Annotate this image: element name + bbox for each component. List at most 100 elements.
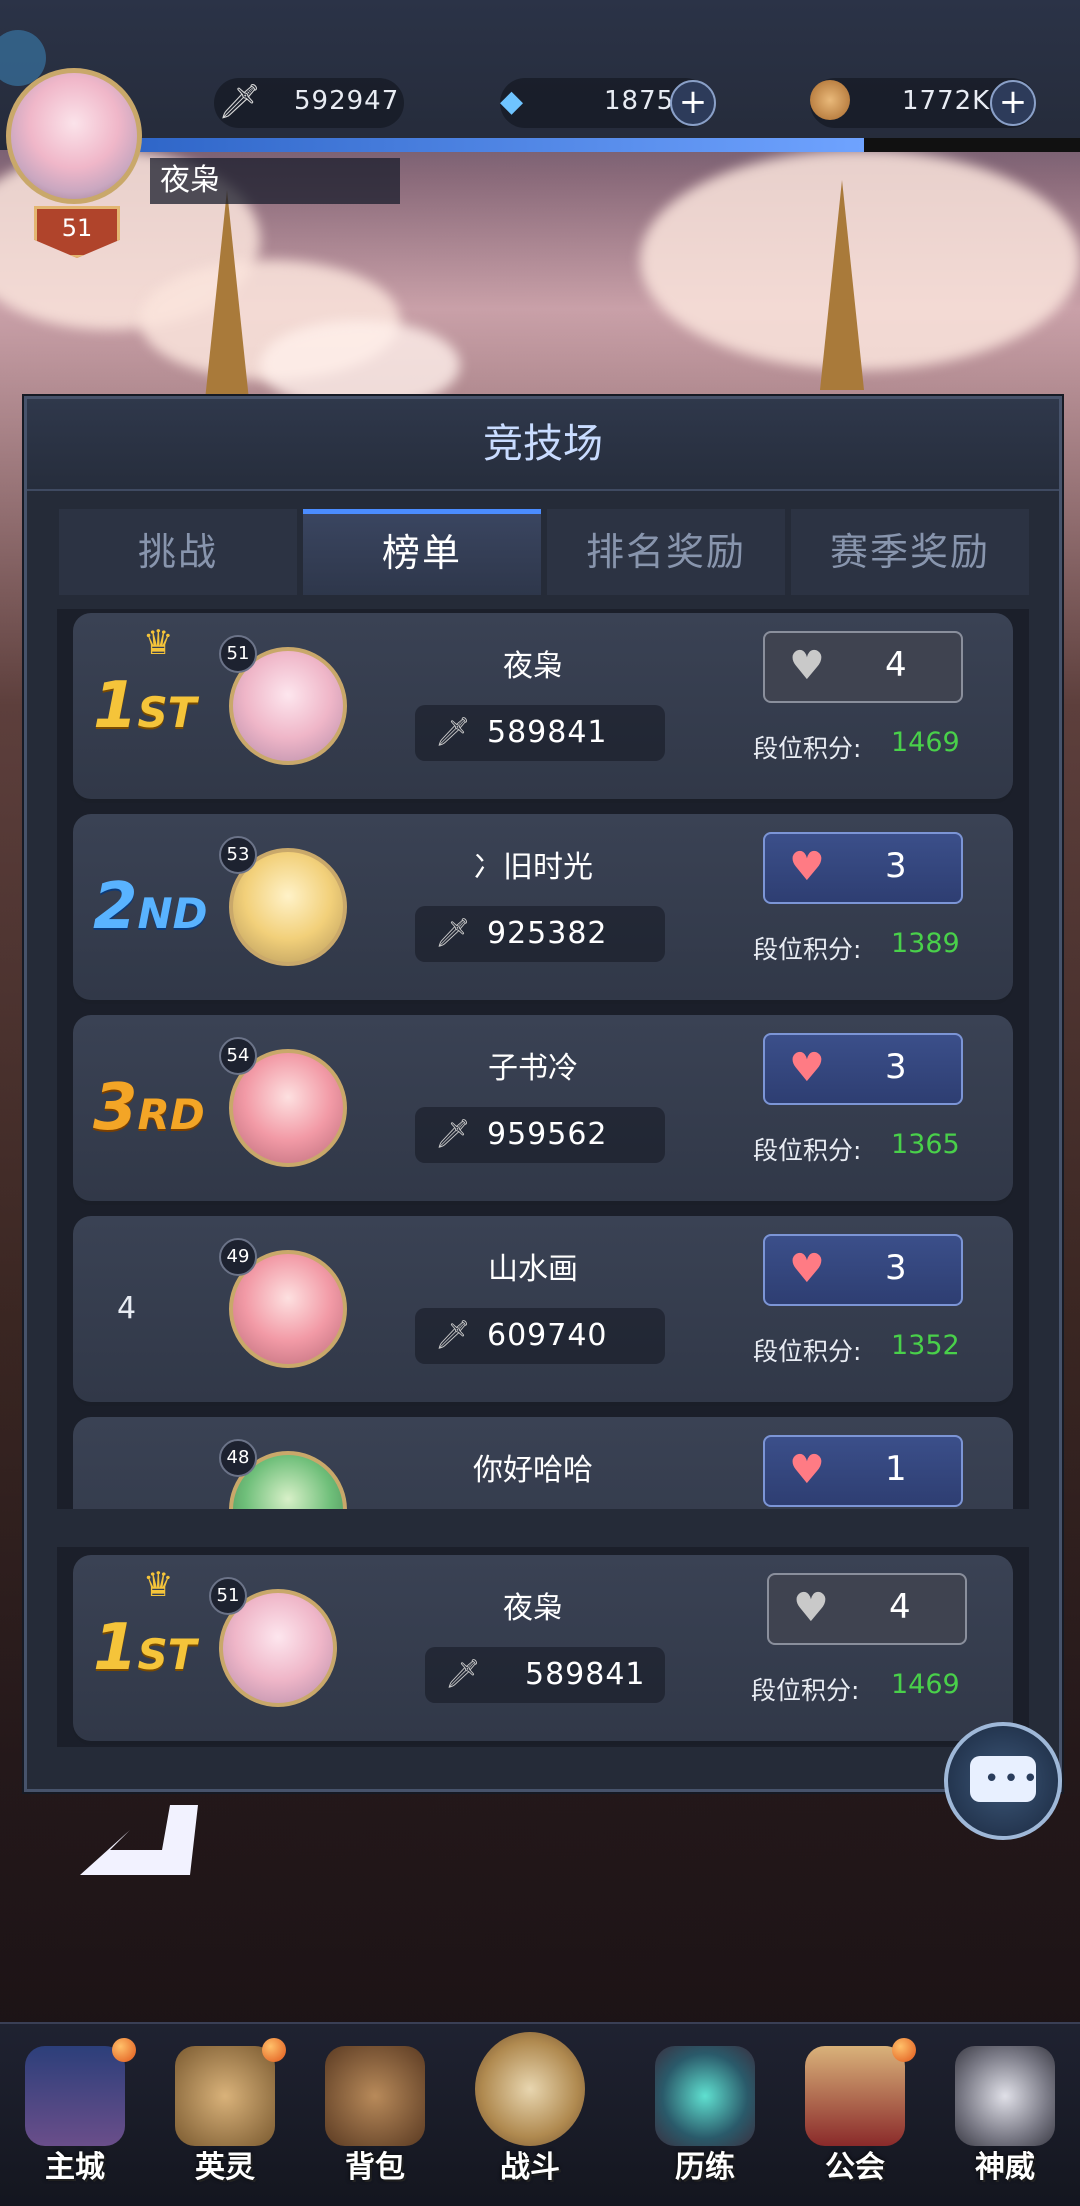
gem-value: 1875 [604, 86, 675, 116]
player-name: 夜枭 [503, 649, 563, 684]
power-value: 959562 [487, 1117, 608, 1152]
like-count: 3 [885, 1047, 907, 1087]
nav-training[interactable]: 历练 [630, 2024, 780, 2206]
player-name: 子书冷 [488, 1051, 578, 1086]
nav-label: 主城 [45, 2150, 105, 2185]
spire-right [820, 180, 864, 390]
score-value: 1352 [891, 1330, 960, 1361]
gem-resource: ◆ 1875 + [500, 78, 716, 128]
like-button[interactable]: ♥ 4 [767, 1573, 967, 1645]
tab-challenge[interactable]: 挑战 [59, 509, 297, 595]
nav-label: 公会 [825, 2150, 885, 2185]
heart-icon: ♥ [789, 1447, 825, 1493]
heart-icon: ♥ [793, 1585, 829, 1631]
bottom-nav: 主城 英灵 背包 战斗 历练 公会 神威 [0, 2022, 1080, 2206]
notification-dot [262, 2038, 286, 2062]
crown-icon: ♛ [143, 1565, 174, 1605]
player-name: 冫旧时光 [473, 850, 593, 885]
top-bar: 🗡 592947 ◆ 1875 + 1772K + [0, 0, 1080, 150]
portal-icon [655, 2046, 755, 2146]
score-label: 段位积分: [753, 734, 862, 763]
nav-label: 背包 [345, 2150, 405, 2185]
sword-icon: 🗡 [445, 1657, 481, 1690]
chat-dots: ••• [984, 1764, 1043, 1794]
panel-title: 竞技场 [27, 399, 1059, 491]
power-resource: 🗡 592947 [214, 78, 404, 128]
sword-icon: 🗡 [435, 916, 471, 949]
power-box: 🗡 925382 [415, 906, 665, 962]
rank-label: 3RD [93, 1071, 205, 1145]
power-value: 589841 [525, 1657, 646, 1692]
player-name: 山水画 [488, 1252, 578, 1287]
nav-divine-power[interactable]: 神威 [930, 2024, 1080, 2206]
nav-heroes[interactable]: 英灵 [150, 2024, 300, 2206]
rank-label: 1ST [93, 1611, 197, 1685]
ranking-row[interactable]: 2ND 53 冫旧时光 🗡 925382 ♥ 3 段位积分: 1389 [73, 814, 1013, 1000]
like-count: 3 [885, 846, 907, 886]
add-gems-button[interactable]: + [670, 80, 716, 126]
tab-bar: 挑战 榜单 排名奖励 赛季奖励 [59, 509, 1029, 595]
power-value: 609740 [487, 1318, 608, 1353]
sword-icon: 🗡 [435, 1117, 471, 1150]
gem-icon: ◆ [500, 84, 524, 119]
ranking-row[interactable]: 4 49 山水画 🗡 609740 ♥ 3 段位积分: 1352 [73, 1216, 1013, 1402]
like-button[interactable]: ♥ 3 [763, 1033, 963, 1105]
my-rank-row[interactable]: ♛ 1ST 51 夜枭 🗡 589841 ♥ 4 段位积分: 1469 [73, 1555, 1013, 1741]
spire-left [205, 190, 249, 400]
my-rank-section: ♛ 1ST 51 夜枭 🗡 589841 ♥ 4 段位积分: 1469 [57, 1547, 1029, 1747]
player-name: 你好哈哈 [473, 1453, 593, 1488]
like-button[interactable]: ♥ 1 [763, 1435, 963, 1507]
chat-button[interactable]: ••• [944, 1722, 1062, 1840]
tab-season-rewards[interactable]: 赛季奖励 [791, 509, 1029, 595]
gold-resource: 1772K + [810, 78, 1036, 128]
power-box: 🗡 589841 [425, 1647, 665, 1703]
score-value: 1469 [891, 727, 960, 758]
rank-label: 1ST [93, 669, 197, 743]
add-gold-button[interactable]: + [990, 80, 1036, 126]
like-button[interactable]: ♥ 3 [763, 1234, 963, 1306]
tab-leaderboard[interactable]: 榜单 [303, 509, 541, 595]
battle-emblem-icon [475, 2032, 585, 2146]
heart-icon: ♥ [789, 1045, 825, 1091]
score-value: 1389 [891, 928, 960, 959]
score-label: 段位积分: [753, 1337, 862, 1366]
score-label: 段位积分: [751, 1676, 860, 1705]
player-avatar[interactable] [6, 68, 142, 204]
heart-icon: ♥ [789, 1246, 825, 1292]
ranking-row[interactable]: ♛ 1ST 51 夜枭 🗡 589841 ♥ 4 段位积分: 1469 [73, 613, 1013, 799]
power-value: 589841 [487, 715, 608, 750]
nav-label: 英灵 [195, 2150, 255, 2185]
nav-label: 历练 [675, 2150, 735, 2185]
power-box: 🗡 589841 [415, 705, 665, 761]
tab-rank-rewards[interactable]: 排名奖励 [547, 509, 785, 595]
sword-icon: 🗡 [218, 82, 262, 122]
back-arrow-icon[interactable] [70, 1800, 200, 1880]
notification-dot [112, 2038, 136, 2062]
nav-battle[interactable]: 战斗 [455, 2024, 605, 2206]
notification-dot [892, 2038, 916, 2062]
ranking-list[interactable]: ♛ 1ST 51 夜枭 🗡 589841 ♥ 4 段位积分: 1469 2ND 53… [57, 609, 1029, 1509]
score-label: 段位积分: [753, 935, 862, 964]
player-name: 夜枭 [503, 1591, 563, 1626]
like-count: 4 [885, 645, 907, 685]
exp-bar [140, 138, 1080, 152]
rank-label: 5 [117, 1479, 247, 1509]
level-badge: 49 [219, 1238, 257, 1276]
like-button[interactable]: ♥ 4 [763, 631, 963, 703]
nav-backpack[interactable]: 背包 [300, 2024, 450, 2206]
ranking-row[interactable]: 3RD 54 子书冷 🗡 959562 ♥ 3 段位积分: 1365 [73, 1015, 1013, 1201]
like-button[interactable]: ♥ 3 [763, 832, 963, 904]
score-label: 段位积分: [753, 1136, 862, 1165]
nav-main-city[interactable]: 主城 [0, 2024, 150, 2206]
score-value: 1469 [891, 1669, 960, 1700]
ranking-row[interactable]: 5 48 你好哈哈 ♥1 [73, 1417, 1013, 1509]
power-value: 592947 [294, 86, 400, 116]
level-badge: 54 [219, 1037, 257, 1075]
rank-label: 2ND [93, 870, 208, 944]
level-badge: 51 [209, 1577, 247, 1615]
nav-guild[interactable]: 公会 [780, 2024, 930, 2206]
crown-icon: ♛ [143, 623, 174, 663]
exp-bar-fill [140, 138, 864, 152]
guild-shield-icon [805, 2046, 905, 2146]
like-count: 4 [889, 1587, 911, 1627]
